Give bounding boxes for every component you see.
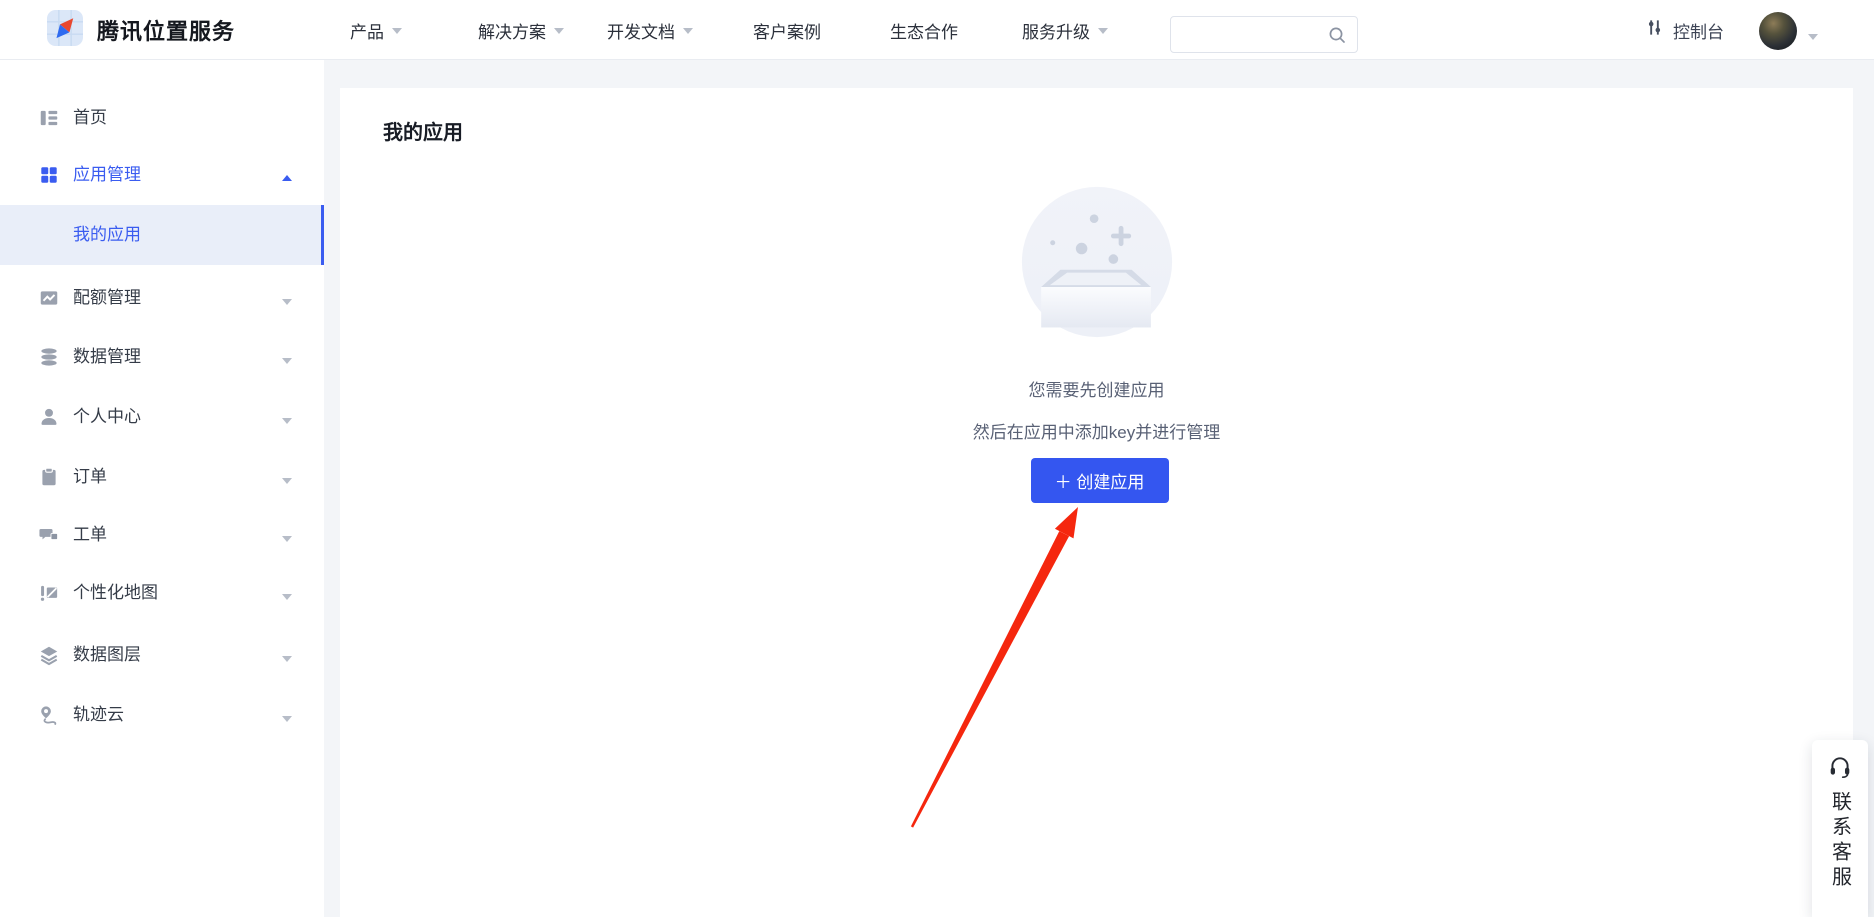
top-header: 腾讯位置服务 产品 解决方案 开发文档 客户案例 生态合作 服务升级: [0, 0, 1874, 60]
sidebar-item-label: 首页: [73, 93, 107, 143]
sidebar-item-label: 数据图层: [73, 630, 141, 680]
sidebar-item-label: 我的应用: [73, 205, 141, 265]
empty-open-box-illustration: [1020, 185, 1174, 344]
sidebar-item-label: 轨迹云: [73, 690, 124, 740]
sidebar-item-personal-center[interactable]: 个人中心: [0, 392, 324, 442]
active-indicator-bar: [321, 205, 324, 265]
order-clipboard-icon: [38, 466, 60, 488]
my-apps-panel: 我的应用: [340, 88, 1853, 917]
chevron-down-icon: [282, 478, 292, 489]
sliders-icon: [1645, 18, 1664, 42]
chevron-up-icon: [282, 170, 292, 181]
custom-map-icon: [38, 582, 60, 604]
support-label: 联系客服: [1826, 791, 1855, 891]
nav-solutions[interactable]: 解决方案: [478, 0, 564, 60]
sidebar-item-label: 个性化地图: [73, 568, 158, 618]
nav-label: 客户案例: [753, 18, 821, 43]
track-pin-icon: [38, 704, 60, 726]
chevron-down-icon: [392, 28, 402, 39]
sidebar-item-orders[interactable]: 订单: [0, 452, 324, 502]
chevron-down-icon: [683, 28, 693, 39]
user-avatar[interactable]: [1759, 12, 1797, 50]
sidebar-item-label: 应用管理: [73, 150, 141, 200]
home-list-icon: [38, 107, 60, 129]
user-icon: [38, 406, 60, 428]
sidebar-item-label: 订单: [73, 452, 107, 502]
sidebar-item-label: 工单: [73, 510, 107, 560]
brand-title: 腾讯位置服务: [97, 14, 235, 46]
tencent-location-console-page: 腾讯位置服务 产品 解决方案 开发文档 客户案例 生态合作 服务升级: [0, 0, 1874, 917]
chevron-down-icon: [282, 656, 292, 667]
empty-state-line1: 您需要先创建应用: [340, 376, 1853, 401]
search-icon[interactable]: [1327, 25, 1347, 50]
chevron-down-icon: [1098, 28, 1108, 39]
search-input[interactable]: [1183, 17, 1323, 52]
header-search: [1170, 16, 1358, 53]
nav-label: 生态合作: [890, 18, 958, 43]
layers-icon: [38, 644, 60, 666]
nav-eco-cooperation[interactable]: 生态合作: [890, 0, 958, 60]
nav-label: 开发文档: [607, 18, 675, 43]
create-app-button[interactable]: ＋ 创建应用: [1031, 458, 1169, 503]
chevron-down-icon: [282, 716, 292, 727]
avatar-chevron-down-icon[interactable]: [1808, 34, 1818, 45]
console-link[interactable]: 控制台: [1645, 0, 1724, 60]
nav-label: 解决方案: [478, 18, 546, 43]
sidebar-item-my-apps-selected[interactable]: 我的应用: [0, 205, 324, 265]
chevron-down-icon: [282, 536, 292, 547]
chevron-down-icon: [554, 28, 564, 39]
nav-dev-docs[interactable]: 开发文档: [607, 0, 693, 60]
quota-chart-icon: [38, 287, 60, 309]
nav-products[interactable]: 产品: [350, 0, 402, 60]
chevron-down-icon: [282, 418, 292, 429]
page-title: 我的应用: [383, 116, 463, 145]
headset-icon: [1827, 754, 1853, 785]
nav-service-upgrade[interactable]: 服务升级: [1022, 0, 1108, 60]
sidebar-item-tickets[interactable]: 工单: [0, 510, 324, 560]
contact-support-widget[interactable]: 联系客服: [1812, 740, 1868, 917]
chevron-down-icon: [282, 594, 292, 605]
sidebar-item-home[interactable]: 首页: [0, 93, 324, 143]
sidebar-item-label: 个人中心: [73, 392, 141, 442]
database-icon: [38, 346, 60, 368]
apps-grid-icon: [38, 164, 60, 186]
sidebar-item-quota-management[interactable]: 配额管理: [0, 273, 324, 323]
sidebar-item-data-layers[interactable]: 数据图层: [0, 630, 324, 680]
nav-customer-cases[interactable]: 客户案例: [753, 0, 821, 60]
sidebar-item-app-management[interactable]: 应用管理: [0, 150, 324, 200]
sidebar-item-data-management[interactable]: 数据管理: [0, 332, 324, 382]
ticket-chat-icon: [38, 524, 60, 546]
sidebar-item-label: 配额管理: [73, 273, 141, 323]
nav-label: 产品: [350, 18, 384, 43]
sidebar: 首页 应用管理 我的应用: [0, 60, 324, 917]
sidebar-item-track-cloud[interactable]: 轨迹云: [0, 690, 324, 740]
chevron-down-icon: [282, 358, 292, 369]
chevron-down-icon: [282, 299, 292, 310]
sidebar-item-label: 数据管理: [73, 332, 141, 382]
compass-grid-icon: [47, 10, 83, 51]
sidebar-item-custom-map[interactable]: 个性化地图: [0, 568, 324, 618]
empty-state-line2: 然后在应用中添加key并进行管理: [340, 418, 1853, 443]
nav-label: 服务升级: [1022, 18, 1090, 43]
console-label: 控制台: [1673, 18, 1724, 43]
brand-home-link[interactable]: 腾讯位置服务: [47, 0, 235, 60]
